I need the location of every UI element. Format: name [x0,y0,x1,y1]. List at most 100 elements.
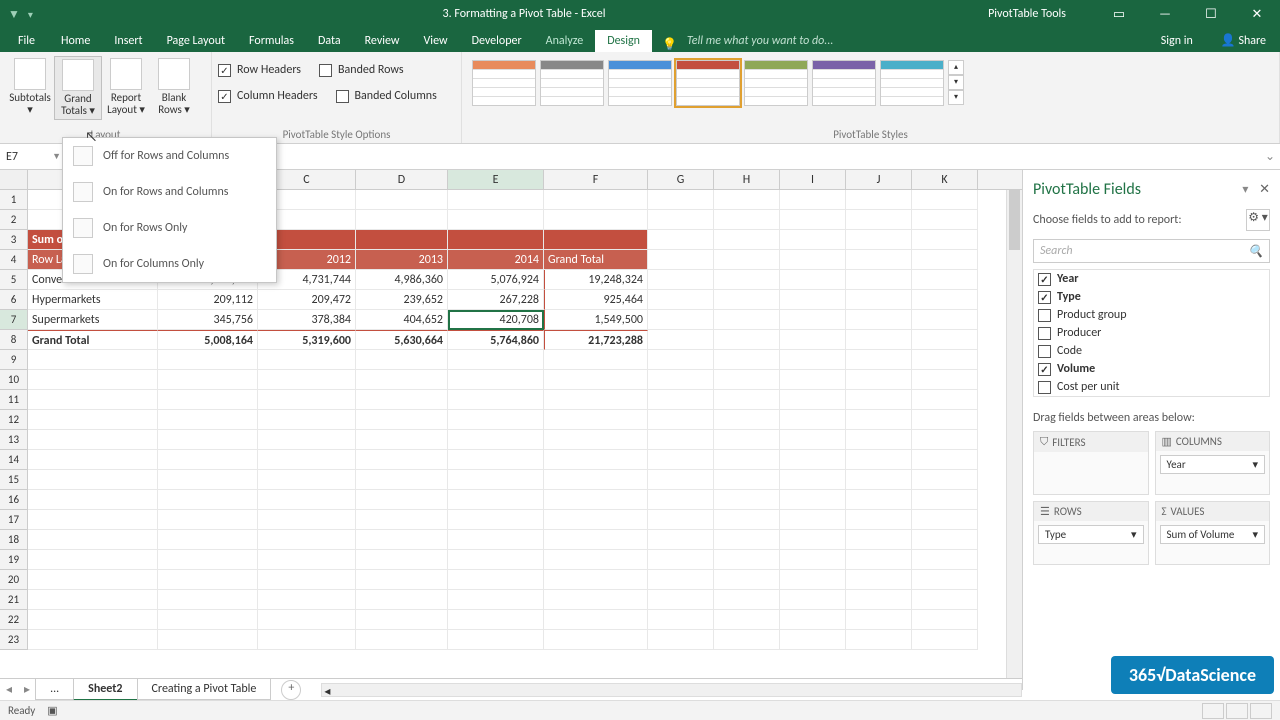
cell[interactable] [714,190,780,210]
cell[interactable] [912,450,978,470]
cell[interactable] [544,610,648,630]
row-header[interactable]: 16 [0,490,28,510]
cell[interactable] [28,390,158,410]
cell[interactable] [544,570,648,590]
sheet-tab-dots[interactable]: ... [35,679,74,700]
cell[interactable] [648,550,714,570]
banded-columns-checkbox[interactable]: Banded Columns [336,86,437,106]
cell[interactable] [648,210,714,230]
cell[interactable] [780,230,846,250]
rows-area[interactable]: ☰ROWS Type▾ [1033,501,1149,565]
cell[interactable] [648,630,714,650]
cell[interactable] [544,430,648,450]
cell[interactable] [544,470,648,490]
cell[interactable] [714,210,780,230]
cell[interactable] [28,550,158,570]
gallery-up-icon[interactable]: ▴ [948,60,964,75]
cell[interactable] [846,350,912,370]
cell[interactable] [448,190,544,210]
row-header[interactable]: 11 [0,390,28,410]
row-header[interactable]: 6 [0,290,28,310]
cell[interactable] [714,430,780,450]
cell[interactable] [714,510,780,530]
style-thumb[interactable] [744,60,808,106]
col-header[interactable]: D [356,170,448,189]
cell[interactable] [448,630,544,650]
field-item[interactable]: Year [1034,270,1269,288]
cell[interactable] [648,410,714,430]
cell[interactable]: 345,756 [158,310,258,330]
cell[interactable] [714,550,780,570]
sign-in-link[interactable]: Sign in [1147,30,1207,52]
cell[interactable] [28,370,158,390]
minimize-button[interactable]: — [1142,0,1188,28]
cell[interactable]: 5,764,860 [448,330,544,350]
style-thumb[interactable] [540,60,604,106]
tab-home[interactable]: Home [49,30,102,52]
menu-off-rows-cols[interactable]: Off for Rows and Columns [63,138,276,174]
cell[interactable]: 5,076,924 [448,270,544,290]
cell[interactable] [780,630,846,650]
cell[interactable] [158,610,258,630]
cell[interactable] [356,470,448,490]
cell[interactable] [158,550,258,570]
tab-data[interactable]: Data [306,30,353,52]
cell[interactable] [780,270,846,290]
menu-on-rows-only[interactable]: On for Rows Only [63,210,276,246]
cell[interactable]: 267,228 [448,290,544,310]
sheet-tab-sheet2[interactable]: Sheet2 [73,679,137,701]
macro-record-icon[interactable]: ▣ [47,704,57,717]
cell[interactable] [448,550,544,570]
tab-developer[interactable]: Developer [460,30,534,52]
cell[interactable] [714,270,780,290]
tab-file[interactable]: File [4,30,49,52]
cell[interactable] [780,390,846,410]
cell[interactable] [846,590,912,610]
tab-formulas[interactable]: Formulas [237,30,306,52]
style-thumb[interactable] [812,60,876,106]
row-header[interactable]: 10 [0,370,28,390]
cell[interactable] [544,410,648,430]
cell[interactable] [912,610,978,630]
cell[interactable] [544,630,648,650]
cell[interactable] [648,590,714,610]
cell[interactable] [846,490,912,510]
formula-expand-icon[interactable]: ⌄ [1260,149,1280,164]
cell[interactable] [912,410,978,430]
cell[interactable] [258,390,356,410]
cell[interactable] [158,410,258,430]
row-header[interactable]: 18 [0,530,28,550]
cell[interactable] [846,430,912,450]
cell[interactable] [258,550,356,570]
style-thumb[interactable] [608,60,672,106]
cell[interactable] [356,450,448,470]
cell[interactable] [158,390,258,410]
subtotals-button[interactable]: Subtotals▾ [6,56,54,120]
cell[interactable] [158,470,258,490]
sheet-tab-creating[interactable]: Creating a Pivot Table [137,679,272,700]
cell[interactable] [714,410,780,430]
columns-area[interactable]: ▥COLUMNS Year▾ [1155,431,1271,495]
cell[interactable]: Grand Total [28,330,158,350]
row-header[interactable]: 23 [0,630,28,650]
cell[interactable] [28,630,158,650]
cell[interactable] [648,450,714,470]
row-header[interactable]: 12 [0,410,28,430]
cell[interactable] [912,350,978,370]
area-item-type[interactable]: Type▾ [1038,525,1144,544]
cell[interactable] [28,590,158,610]
cell[interactable] [448,230,544,250]
cell[interactable] [846,470,912,490]
share-button[interactable]: 👤 Share [1207,29,1280,52]
cell[interactable] [448,590,544,610]
cell[interactable] [544,230,648,250]
qat-customize-icon[interactable]: ▾ [28,8,33,21]
cell[interactable] [714,390,780,410]
cell[interactable]: 2014 [448,250,544,270]
cell[interactable] [356,570,448,590]
cell[interactable] [714,310,780,330]
col-header[interactable]: I [780,170,846,189]
row-header[interactable]: 20 [0,570,28,590]
cell[interactable] [714,570,780,590]
grand-totals-button[interactable]: Grand Totals ▾ [54,56,102,120]
